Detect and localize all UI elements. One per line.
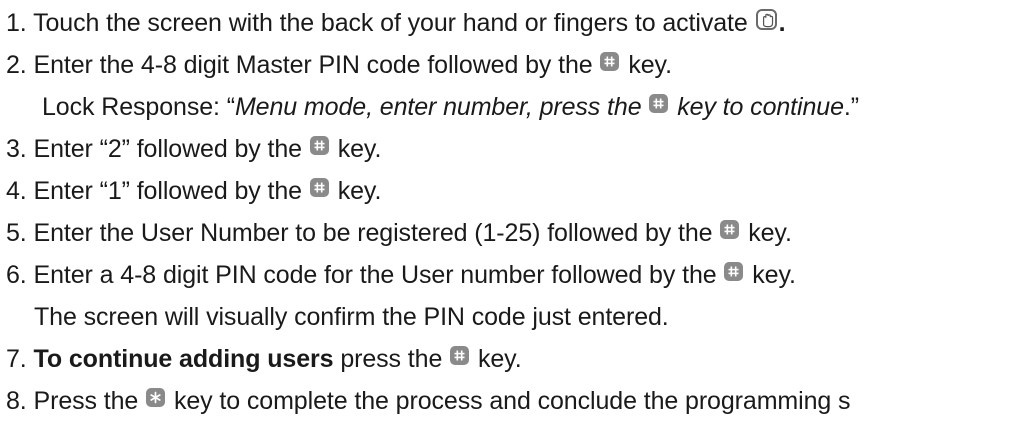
step-4: 4. Enter “1” followed by the key. [6, 172, 381, 210]
hash-key-icon [309, 178, 329, 197]
hash-key-icon [309, 136, 329, 155]
step-text: Press the [33, 387, 139, 415]
lock-response-text-end: key to continue [677, 93, 844, 121]
step-number: 5. [6, 219, 27, 247]
step-3: 3. Enter “2” followed by the key. [6, 130, 381, 168]
lock-response-close: .” [843, 93, 859, 121]
step-text: Enter a 4-8 digit PIN code for the User … [33, 261, 717, 289]
step-1: 1. Touch the screen with the back of you… [6, 4, 786, 42]
step-bold-text: To continue adding users [33, 345, 334, 373]
step-text: Enter “2” followed by the [33, 135, 303, 163]
step-7: 7. To continue adding users press the ke… [6, 340, 522, 378]
step-text: Enter the User Number to be registered (… [33, 219, 713, 247]
step-number: 6. [6, 261, 27, 289]
hash-key-icon [450, 346, 470, 365]
step-end: key. [748, 219, 792, 247]
step-number: 3. [6, 135, 27, 163]
step-5: 5. Enter the User Number to be registere… [6, 214, 792, 252]
hash-key-icon [724, 262, 744, 281]
lock-response-text: Menu mode, enter number, press the [234, 93, 642, 121]
star-key-icon [146, 388, 166, 407]
step-text: Enter the 4-8 digit Master PIN code foll… [33, 51, 593, 79]
step-2: 2. Enter the 4-8 digit Master PIN code f… [6, 46, 672, 84]
step-end: key. [337, 135, 382, 163]
step-end: key. [628, 51, 672, 79]
step-8: 8. Press the key to complete the process… [6, 382, 851, 420]
lock-response-label: Lock Response: “ [42, 93, 235, 121]
lock-response: Lock Response: “Menu mode, enter number,… [42, 88, 859, 126]
step-text: press the [340, 345, 443, 373]
step-end: key. [477, 345, 522, 373]
step-end: key. [337, 177, 382, 205]
step-number: 7. [6, 345, 27, 373]
hash-key-icon [720, 220, 740, 239]
step-number: 1. [6, 9, 27, 37]
hash-key-icon [600, 52, 620, 71]
hash-key-icon [649, 94, 669, 113]
step-end: key. [752, 261, 796, 289]
step-number: 2. [6, 51, 27, 79]
step-end: . [778, 9, 786, 37]
step-end: key to complete the process and conclude… [173, 387, 851, 415]
step-text: Enter “1” followed by the [33, 177, 303, 205]
step-6: 6. Enter a 4-8 digit PIN code for the Us… [6, 256, 796, 294]
note-text: The screen will visually confirm the PIN… [34, 303, 669, 331]
step-text: Touch the screen with the back of your h… [33, 9, 748, 37]
step-number: 4. [6, 177, 27, 205]
instructions-page: 1. Touch the screen with the back of you… [0, 0, 1028, 431]
step-6-note: The screen will visually confirm the PIN… [34, 298, 669, 336]
step-number: 8. [6, 387, 27, 415]
hand-icon [755, 9, 777, 30]
